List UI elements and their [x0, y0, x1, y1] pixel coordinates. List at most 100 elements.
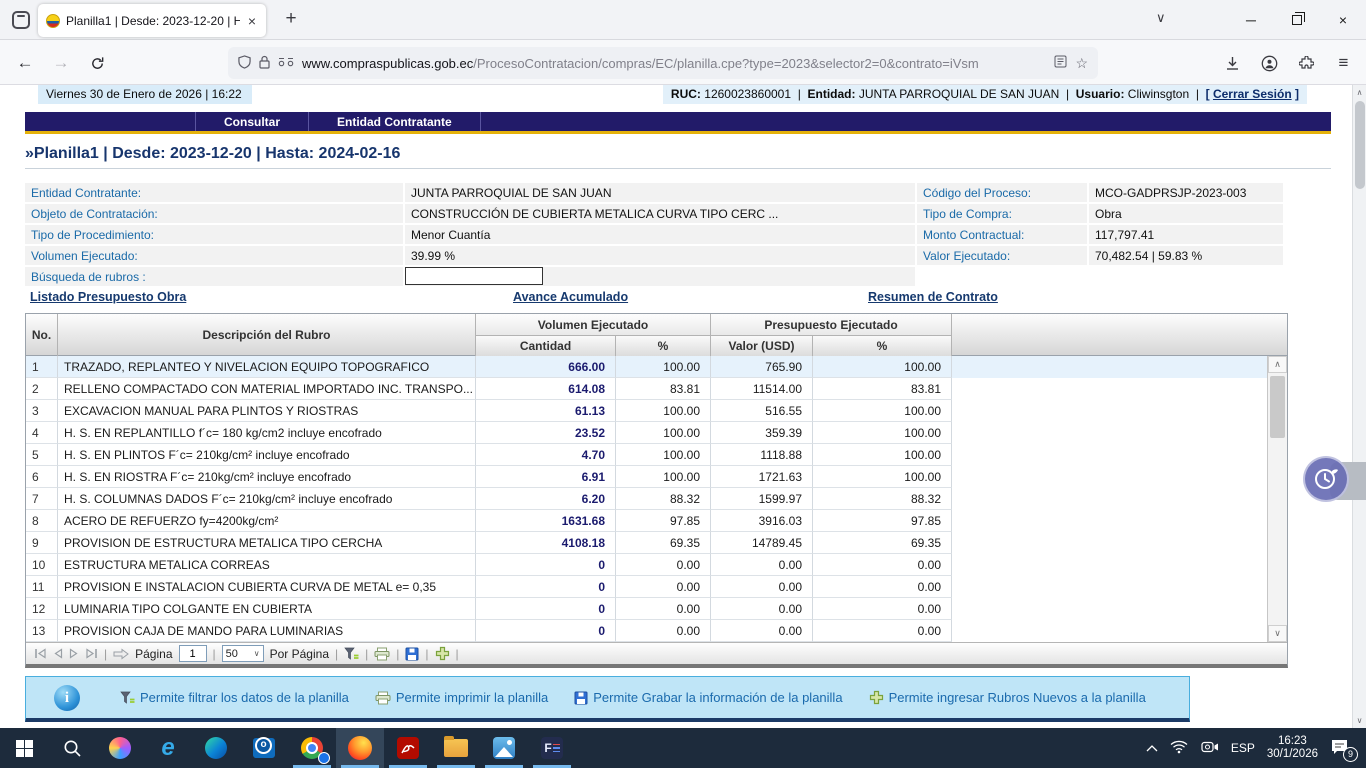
rubros-table: No. Descripción del Rubro Volumen Ejecut… [25, 313, 1288, 668]
taskbar-clock[interactable]: 16:2330/1/2026 [1267, 735, 1318, 761]
last-page-icon[interactable] [85, 648, 98, 659]
page-number-input[interactable] [179, 645, 207, 662]
list-tabs-icon[interactable]: ∨ [1156, 10, 1166, 26]
table-row[interactable]: 2RELLENO COMPACTADO CON MATERIAL IMPORTA… [26, 378, 1287, 400]
wifi-icon[interactable] [1170, 740, 1188, 757]
table-row[interactable]: 7H. S. COLUMNAS DADOS F´c= 210kg/cm² inc… [26, 488, 1287, 510]
save-icon[interactable] [405, 647, 419, 661]
outlook-icon [253, 738, 275, 758]
shield-icon[interactable] [238, 55, 251, 72]
bookmark-star-icon[interactable]: ☆ [1075, 55, 1088, 72]
taskbar-search-icon[interactable] [48, 728, 96, 768]
table-scrollbar[interactable]: ∧ ∨ [1267, 356, 1287, 642]
menu-icon[interactable]: ≡ [1327, 49, 1360, 77]
taskbar-copilot-icon[interactable] [96, 728, 144, 768]
logout-link[interactable]: [ Cerrar Sesión ] [1206, 87, 1299, 101]
tab-overview-icon[interactable] [12, 11, 30, 29]
pager-separator: | [425, 647, 428, 661]
table-row[interactable]: 3EXCAVACION MANUAL PARA PLINTOS Y RIOSTR… [26, 400, 1287, 422]
cell-cantidad: 6.20 [476, 488, 616, 510]
taskbar-firefox-icon[interactable] [336, 728, 384, 768]
filter-icon[interactable] [344, 647, 359, 661]
table-row[interactable]: 1TRAZADO, REPLANTEO Y NIVELACION EQUIPO … [26, 356, 1287, 378]
lock-icon[interactable] [259, 55, 270, 72]
reader-view-icon[interactable] [1054, 55, 1067, 71]
page-scrollbar[interactable]: ∧ ∨ [1352, 85, 1366, 728]
cell-fill [952, 444, 1249, 466]
start-button[interactable] [0, 728, 48, 768]
table-row[interactable]: 9PROVISION DE ESTRUCTURA METALICA TIPO C… [26, 532, 1287, 554]
tab-close-icon[interactable]: × [246, 13, 258, 29]
language-indicator[interactable]: ESP [1231, 741, 1255, 755]
photos-icon [493, 737, 515, 759]
url-bar[interactable]: www.compraspublicas.gob.ec/ProcesoContra… [228, 47, 1098, 79]
scroll-up-icon[interactable]: ∧ [1268, 356, 1287, 373]
link-avance-acumulado[interactable]: Avance Acumulado [513, 290, 628, 304]
taskbar-acrobat-icon[interactable] [384, 728, 432, 768]
taskbar-edge-icon[interactable] [192, 728, 240, 768]
account-icon[interactable] [1253, 49, 1286, 77]
info-label: Objeto de Contratación: [25, 204, 403, 223]
table-row[interactable]: 12LUMINARIA TIPO COLGANTE EN CUBIERTA00.… [26, 598, 1287, 620]
extensions-icon[interactable] [1290, 49, 1323, 77]
forward-button[interactable]: → [46, 50, 76, 76]
reload-button[interactable] [82, 50, 112, 76]
time-tracker-widget[interactable] [1303, 456, 1349, 502]
notification-center-icon[interactable]: 9 [1330, 738, 1356, 758]
table-row[interactable]: 11PROVISION E INSTALACION CUBIERTA CURVA… [26, 576, 1287, 598]
info-label: Tipo de Compra: [917, 204, 1087, 223]
cell-cantidad: 0 [476, 620, 616, 642]
cell-desc: EXCAVACION MANUAL PARA PLINTOS Y RIOSTRA… [58, 400, 476, 422]
taskbar-fapp-icon[interactable]: F [528, 728, 576, 768]
taskbar-outlook-icon[interactable] [240, 728, 288, 768]
scroll-down-icon[interactable]: ∨ [1353, 716, 1366, 725]
scrollbar-thumb[interactable] [1270, 376, 1285, 438]
table-row[interactable]: 13PROVISION CAJA DE MANDO PARA LUMINARIA… [26, 620, 1287, 642]
rubros-search-input[interactable] [405, 267, 543, 285]
new-tab-button[interactable]: + [278, 8, 304, 30]
back-button[interactable]: ← [10, 50, 40, 76]
cell-desc: LUMINARIA TIPO COLGANTE EN CUBIERTA [58, 598, 476, 620]
scroll-down-icon[interactable]: ∨ [1268, 625, 1287, 642]
browser-tab[interactable]: Planilla1 | Desde: 2023-12-20 | H × [38, 4, 266, 37]
table-row[interactable]: 5H. S. EN PLINTOS F´c= 210kg/cm² incluye… [26, 444, 1287, 466]
permissions-icon[interactable] [278, 56, 294, 70]
cell-pct2: 100.00 [813, 444, 952, 466]
scrollbar-thumb[interactable] [1355, 101, 1365, 189]
cell-pct1: 69.35 [616, 532, 711, 554]
taskbar-file-explorer-icon[interactable] [432, 728, 480, 768]
first-page-icon[interactable] [34, 648, 47, 659]
cell-pct2: 100.00 [813, 466, 952, 488]
go-page-icon[interactable] [113, 648, 129, 660]
link-resumen-contrato[interactable]: Resumen de Contrato [868, 290, 998, 304]
info-value: JUNTA PARROQUIAL DE SAN JUAN [405, 183, 915, 202]
minimize-button[interactable]: ─ [1228, 0, 1274, 40]
taskbar-photos-icon[interactable] [480, 728, 528, 768]
camera-icon[interactable] [1200, 740, 1219, 757]
cell-no: 9 [26, 532, 58, 554]
scroll-up-icon[interactable]: ∧ [1353, 88, 1366, 97]
cell-pct2: 100.00 [813, 422, 952, 444]
print-icon[interactable] [374, 647, 390, 661]
table-row[interactable]: 4H. S. EN REPLANTILLO f´c= 180 kg/cm2 in… [26, 422, 1287, 444]
browser-toolbar: ← → www.compraspublicas.gob.ec/ProcesoCo… [0, 40, 1366, 85]
cell-pct2: 83.81 [813, 378, 952, 400]
nav-item[interactable]: Entidad Contratante [308, 112, 481, 131]
cell-no: 3 [26, 400, 58, 422]
add-rubro-icon[interactable] [435, 646, 450, 661]
maximize-button[interactable] [1274, 0, 1320, 40]
nav-item[interactable]: Consultar [195, 112, 309, 131]
tray-expand-icon[interactable] [1146, 741, 1158, 755]
table-row[interactable]: 8ACERO DE REFUERZO fy=4200kg/cm²1631.689… [26, 510, 1287, 532]
taskbar-internet-explorer-icon[interactable]: e [144, 728, 192, 768]
next-page-icon[interactable] [69, 648, 79, 659]
table-row[interactable]: 10ESTRUCTURA METALICA CORREAS00.000.000.… [26, 554, 1287, 576]
link-listado-presupuesto[interactable]: Listado Presupuesto Obra [30, 290, 186, 304]
close-button[interactable]: × [1320, 0, 1366, 40]
legend-box: i Permite filtrar los datos de la planil… [25, 676, 1190, 722]
downloads-icon[interactable] [1216, 49, 1249, 77]
taskbar-chrome-icon[interactable] [288, 728, 336, 768]
per-page-select[interactable]: 50∨ [222, 645, 264, 662]
table-row[interactable]: 6H. S. EN RIOSTRA F´c= 210kg/cm² incluye… [26, 466, 1287, 488]
prev-page-icon[interactable] [53, 648, 63, 659]
